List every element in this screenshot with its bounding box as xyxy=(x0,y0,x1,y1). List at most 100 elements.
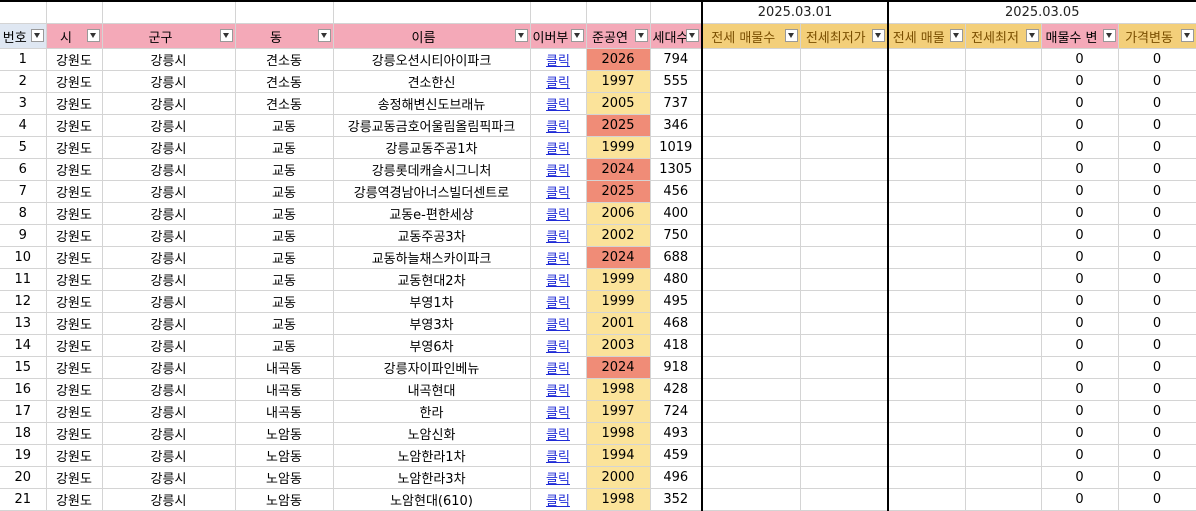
cell-si[interactable]: 강원도 xyxy=(46,290,103,313)
cell-link[interactable]: 클릭 xyxy=(530,48,587,71)
cell-link[interactable]: 클릭 xyxy=(530,268,587,291)
cell-jeonsemin-2[interactable] xyxy=(965,224,1042,247)
cell-jeonsemin-1[interactable] xyxy=(800,136,889,159)
filter-dropdown-icon[interactable] xyxy=(514,29,528,42)
cell-gungu[interactable]: 강릉시 xyxy=(102,334,236,357)
row-number[interactable]: 11 xyxy=(0,268,47,291)
header-change[interactable]: 매물수 변 xyxy=(1041,23,1119,49)
cell-si[interactable]: 강원도 xyxy=(46,180,103,203)
filter-dropdown-icon[interactable] xyxy=(872,29,885,42)
cell-households[interactable]: 400 xyxy=(650,202,703,225)
cell-si[interactable]: 강원도 xyxy=(46,422,103,445)
cell-households[interactable]: 794 xyxy=(650,48,703,71)
row-number[interactable]: 3 xyxy=(0,92,47,115)
cell-jeonsemin-2[interactable] xyxy=(965,422,1042,445)
cell-name[interactable]: 부영3차 xyxy=(333,312,531,335)
cell-households[interactable]: 918 xyxy=(650,356,703,379)
filter-dropdown-icon[interactable] xyxy=(686,29,699,42)
cell-gungu[interactable]: 강릉시 xyxy=(102,224,236,247)
cell-jeonsemin-1[interactable] xyxy=(800,312,889,335)
cell-price[interactable]: 0 xyxy=(1118,268,1196,291)
cell-jeonse-2[interactable] xyxy=(887,180,966,203)
cell-price[interactable]: 0 xyxy=(1118,290,1196,313)
date-2[interactable]: 2025.03.05 xyxy=(887,2,1196,24)
cell-jeonsemin-1[interactable] xyxy=(800,180,889,203)
cell-name[interactable]: 견소한신 xyxy=(333,70,531,93)
cell-gungu[interactable]: 강릉시 xyxy=(102,70,236,93)
cell-link[interactable]: 클릭 xyxy=(530,466,587,489)
cell-households[interactable]: 428 xyxy=(650,378,703,401)
cell-change[interactable]: 0 xyxy=(1041,444,1119,467)
cell-dong[interactable]: 교동 xyxy=(235,158,334,181)
cell-jeonse-2[interactable] xyxy=(887,378,966,401)
cell-si[interactable]: 강원도 xyxy=(46,356,103,379)
header-year[interactable]: 준공연 xyxy=(586,23,651,49)
cell-jeonse-2[interactable] xyxy=(887,224,966,247)
cell-year[interactable]: 2006 xyxy=(586,202,651,225)
cell-dong[interactable]: 교동 xyxy=(235,290,334,313)
filter-dropdown-icon[interactable] xyxy=(317,29,331,42)
cell-si[interactable]: 강원도 xyxy=(46,312,103,335)
date-1[interactable]: 2025.03.01 xyxy=(701,2,889,24)
cell-jeonse-2[interactable] xyxy=(887,114,966,137)
cell-households[interactable]: 468 xyxy=(650,312,703,335)
cell-jeonse-2[interactable] xyxy=(887,312,966,335)
cell-si[interactable]: 강원도 xyxy=(46,158,103,181)
cell-jeonsemin-2[interactable] xyxy=(965,268,1042,291)
cell-change[interactable]: 0 xyxy=(1041,158,1119,181)
cell-name[interactable]: 노암신화 xyxy=(333,422,531,445)
cell-jeonse-1[interactable] xyxy=(701,246,801,269)
cell-households[interactable]: 456 xyxy=(650,180,703,203)
cell-gungu[interactable]: 강릉시 xyxy=(102,246,236,269)
cell-si[interactable]: 강원도 xyxy=(46,48,103,71)
cell-name[interactable]: 교동e-편한세상 xyxy=(333,202,531,225)
cell-si[interactable]: 강원도 xyxy=(46,114,103,137)
cell-dong[interactable]: 견소동 xyxy=(235,70,334,93)
row-number[interactable]: 4 xyxy=(0,114,47,137)
cell-jeonse-1[interactable] xyxy=(701,378,801,401)
cell-link[interactable]: 클릭 xyxy=(530,158,587,181)
cell-dong[interactable]: 노암동 xyxy=(235,444,334,467)
header-gungu[interactable]: 군구 xyxy=(102,23,236,49)
cell-year[interactable]: 1998 xyxy=(586,378,651,401)
cell-jeonsemin-1[interactable] xyxy=(800,488,889,511)
cell-jeonsemin-1[interactable] xyxy=(800,356,889,379)
cell-change[interactable]: 0 xyxy=(1041,312,1119,335)
cell-jeonse-1[interactable] xyxy=(701,422,801,445)
row-number[interactable]: 17 xyxy=(0,400,47,423)
cell-price[interactable]: 0 xyxy=(1118,180,1196,203)
filter-dropdown-icon[interactable] xyxy=(30,29,44,42)
cell-change[interactable]: 0 xyxy=(1041,114,1119,137)
cell-price[interactable]: 0 xyxy=(1118,224,1196,247)
cell-jeonse-1[interactable] xyxy=(701,92,801,115)
cell-jeonsemin-1[interactable] xyxy=(800,114,889,137)
cell-year[interactable]: 2024 xyxy=(586,356,651,379)
cell-link[interactable]: 클릭 xyxy=(530,246,587,269)
cell-change[interactable]: 0 xyxy=(1041,180,1119,203)
cell-change[interactable]: 0 xyxy=(1041,334,1119,357)
cell-dong[interactable]: 내곡동 xyxy=(235,400,334,423)
cell-name[interactable]: 교동현대2차 xyxy=(333,268,531,291)
header-dong[interactable]: 동 xyxy=(235,23,334,49)
cell-gungu[interactable]: 강릉시 xyxy=(102,488,236,511)
cell-change[interactable]: 0 xyxy=(1041,400,1119,423)
cell-jeonsemin-1[interactable] xyxy=(800,466,889,489)
row-number[interactable]: 19 xyxy=(0,444,47,467)
cell-dong[interactable]: 노암동 xyxy=(235,422,334,445)
cell-change[interactable]: 0 xyxy=(1041,466,1119,489)
cell-gungu[interactable]: 강릉시 xyxy=(102,444,236,467)
cell-link[interactable]: 클릭 xyxy=(530,444,587,467)
cell-si[interactable]: 강원도 xyxy=(46,202,103,225)
cell-jeonsemin-2[interactable] xyxy=(965,290,1042,313)
cell-name[interactable]: 한라 xyxy=(333,400,531,423)
cell-jeonse-2[interactable] xyxy=(887,488,966,511)
cell-jeonsemin-2[interactable] xyxy=(965,312,1042,335)
cell-jeonsemin-2[interactable] xyxy=(965,158,1042,181)
cell-jeonse-2[interactable] xyxy=(887,466,966,489)
header-jeonsemin-2[interactable]: 전세최저 xyxy=(965,23,1042,49)
cell-jeonsemin-2[interactable] xyxy=(965,246,1042,269)
cell-gungu[interactable]: 강릉시 xyxy=(102,202,236,225)
cell-year[interactable]: 1998 xyxy=(586,488,651,511)
cell-name[interactable]: 노암한라3차 xyxy=(333,466,531,489)
cell-gungu[interactable]: 강릉시 xyxy=(102,180,236,203)
